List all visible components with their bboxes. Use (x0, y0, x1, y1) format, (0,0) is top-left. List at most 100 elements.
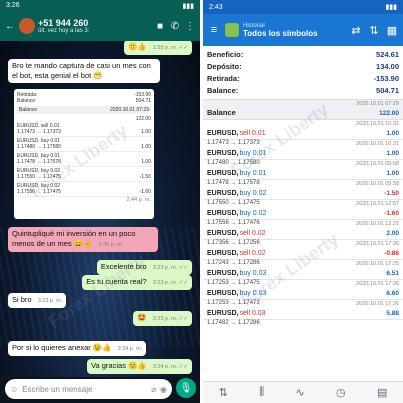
trade-icon[interactable]: ∿ (296, 386, 305, 399)
metatrader-screen: 2:43 ▮▮▮ ≡ Historial Todos los símbolos … (203, 0, 403, 403)
message-bubble[interactable]: 🤩 3:23 p. m. ✓✓ (133, 311, 192, 326)
battery-icon: ▮▮▮ (385, 4, 397, 11)
status-bar: 3:26 ▮▮▮ (0, 0, 200, 11)
contact-info[interactable]: +51 944 260 últ. vez hoy a las 3: (38, 18, 151, 34)
input-placeholder: Escribe un mensaje (22, 384, 93, 394)
message-text: Si bro (12, 295, 32, 304)
trade-date: 2020.10.01 12:57 (356, 201, 399, 207)
emoji-icon[interactable]: ☺ (10, 385, 18, 394)
message-bubble[interactable]: Si bro 3:23 p. m. (8, 293, 67, 308)
shot-trade-price: 1.17480 → 1.17580 (17, 144, 61, 150)
trade-symbol: EURUSD, (207, 250, 239, 257)
message-bubble[interactable]: 🙂👍 1:55 p. m. ✓✓ (124, 41, 192, 55)
camera-icon[interactable]: ◉ (160, 385, 167, 394)
message-time: 3:24 p. m. (117, 346, 143, 352)
trade-profit: -0.86 (384, 250, 399, 257)
trade-symbol: EURUSD, (207, 190, 239, 197)
message-text: 🤩 (137, 313, 147, 322)
shot-label: Balance (19, 107, 38, 113)
sort-icon[interactable]: ⇅ (367, 24, 381, 37)
message-text: Va gracias 😊👍 (91, 361, 147, 370)
quotes-icon[interactable]: ⇅ (219, 386, 228, 399)
message-bubble[interactable]: Quintupliqué mi inversión en un poco men… (8, 227, 158, 252)
trade-symbol: EURUSD, (207, 170, 239, 177)
trade-row[interactable]: EURUSD,sell 0.02 1.17243 → 1.17286 2020.10… (203, 240, 403, 266)
message-time: 3:23 p. m. (37, 298, 63, 304)
shot-trade-price: 1.17556 → 1.17475 (17, 189, 61, 195)
trade-profit: 6.60 (386, 290, 399, 297)
summary-value: 504.71 (376, 86, 399, 95)
trade-row[interactable]: EURUSD,sell 0.01 1.17473 → 1.17373 2020.10… (203, 120, 403, 146)
menu-icon[interactable]: ≡ (207, 24, 221, 36)
swap-icon[interactable]: ⇄ (349, 24, 363, 37)
whatsapp-screen: 3:26 ▮▮▮ ← +51 944 260 últ. vez hoy a la… (0, 0, 200, 403)
trade-row[interactable]: EURUSD,sell 0.02 1.17356 → 1.17256 2020.10… (203, 220, 403, 246)
trade-side: sell 0.03 (239, 310, 266, 317)
message-bubble[interactable]: Por si lo quieres anexar 😉👍 3:24 p. m. (8, 341, 147, 356)
avatar[interactable] (19, 18, 35, 34)
shot-date: 2020.10.01 07:29 (110, 107, 149, 113)
trade-row[interactable]: EURUSD,buy 0.03 1.17253 → 1.17475 2020.10.… (203, 260, 403, 286)
trade-row[interactable]: EURUSD,sell 0.03 1.17482 → 1.17286 2020.10… (203, 300, 403, 326)
back-arrow-icon[interactable]: ← (4, 21, 16, 32)
trade-prices: 1.17482 → 1.17286 (207, 320, 260, 326)
balance-row[interactable]: Balance 2020.10.01 07:29 122.00 (203, 100, 403, 120)
trade-list[interactable]: EURUSD,sell 0.01 1.17473 → 1.17373 2020.10… (203, 120, 403, 326)
chat-area[interactable]: 🙂👍 1:55 p. m. ✓✓ Bro te mando captura de… (0, 41, 200, 377)
trade-date: 2020.10.01 09:58 (356, 161, 399, 167)
microphone-button[interactable]: 🎙 (176, 378, 196, 398)
chart-icon[interactable]: ⫼ (259, 386, 264, 399)
trade-date: 2020.10.01 17:25 (356, 261, 399, 267)
trade-symbol: EURUSD, (207, 270, 239, 277)
page-title[interactable]: Todos los símbolos (243, 29, 345, 38)
attach-icon[interactable]: ⌀ (151, 385, 156, 394)
message-input[interactable]: ☺ Escribe un mensaje ⌀ ◉ (5, 379, 172, 399)
history-icon[interactable]: ◷ (336, 386, 346, 399)
trade-row[interactable]: EURUSD,buy 0.01 1.17478 → 1.17578 2020.10.… (203, 160, 403, 186)
trade-side: buy 0.02 (239, 210, 267, 217)
calendar-icon[interactable]: ▦ (385, 24, 399, 37)
message-time: 3:23 p. m. ✓✓ (152, 265, 188, 271)
shot-trade-pl: 1.00 (141, 144, 151, 150)
shot-value: 504.71 (135, 98, 151, 104)
trade-profit: -1.50 (384, 190, 399, 197)
balance-label: Balance (207, 108, 236, 117)
summary-value: 134.00 (376, 62, 399, 71)
bottom-nav: ⇅ ⫼ ∿ ◷ ▤ (203, 381, 403, 403)
contact-name: +51 944 260 (38, 18, 89, 28)
trade-symbol: EURUSD, (207, 210, 239, 217)
trade-symbol: EURUSD, (207, 130, 239, 137)
summary-value: -153.90 (373, 74, 399, 83)
trade-row[interactable]: EURUSD,buy 0.03 1.17253 → 1.17473 2020.10.… (203, 280, 403, 306)
trade-profit: -1.60 (384, 210, 399, 217)
message-bubble[interactable]: Es tu cuenta real? 3:23 p. m. ✓✓ (82, 275, 192, 290)
message-bubble[interactable]: Bro te mando captura de casi un mes con … (8, 59, 160, 83)
message-text: Por si lo quieres anexar 😉👍 (12, 343, 112, 352)
trade-row[interactable]: EURUSD,buy 0.01 1.17480 → 1.17580 2020.10.… (203, 140, 403, 166)
shot-label: Balance: (17, 98, 37, 104)
message-bubble[interactable]: Va gracias 😊👍 3:24 p. m. ✓✓ (87, 359, 192, 374)
message-time: 2:44 p. m. (126, 197, 151, 203)
trade-symbol: EURUSD, (207, 290, 239, 297)
trade-row[interactable]: EURUSD,buy 0.02 1.17556 → 1.17476 2020.10.… (203, 200, 403, 226)
message-text: Excelente bro (100, 262, 147, 271)
trade-row[interactable]: EURUSD,buy 0.02 1.17550 → 1.17475 2020.10.… (203, 180, 403, 206)
video-call-icon[interactable]: ■ (154, 21, 166, 32)
messages-icon[interactable]: ▤ (377, 386, 387, 399)
trade-date: 2020.10.01 10:31 (356, 141, 399, 147)
trade-symbol: EURUSD, (207, 150, 239, 157)
app-logo (225, 23, 239, 37)
message-time: 3:23 p. m. ✓✓ (152, 316, 188, 322)
trade-screenshot-image[interactable]: Retirada: -153.90 Balance: 504.71 Balance 2… (14, 89, 154, 219)
summary-label: Depósito: (207, 62, 242, 71)
summary-label: Balance: (207, 86, 239, 95)
trade-side: buy 0.02 (239, 190, 267, 197)
summary-label: Retirada: (207, 74, 240, 83)
trade-date: 2020.10.01 17:26 (356, 301, 399, 307)
trade-side: sell 0.01 (239, 130, 266, 137)
more-menu-icon[interactable]: ⋮ (184, 21, 196, 32)
message-time: 2:46 p. m. (98, 242, 123, 248)
phone-icon[interactable]: ✆ (169, 21, 181, 32)
trade-symbol: EURUSD, (207, 310, 239, 317)
message-bubble[interactable]: Excelente bro 3:23 p. m. ✓✓ (96, 260, 192, 275)
